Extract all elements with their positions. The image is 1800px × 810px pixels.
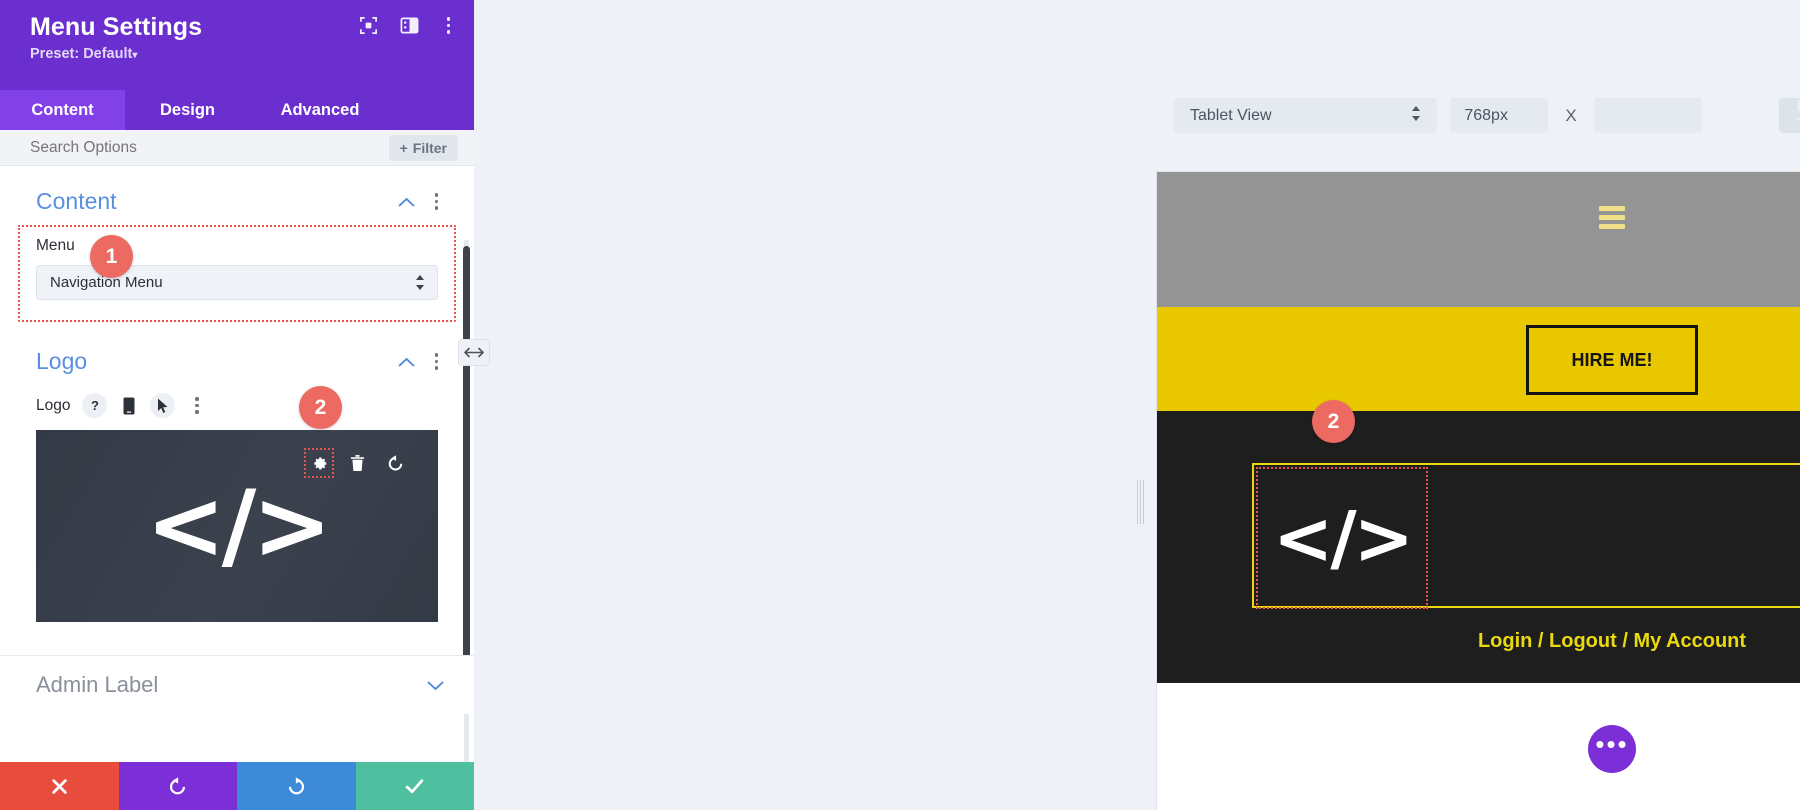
section-title-logo: Logo: [36, 348, 88, 374]
dimension-separator: X: [1565, 105, 1577, 125]
annotation-badge-menu: 1: [90, 235, 133, 278]
hamburger-menu-icon[interactable]: [1599, 206, 1625, 229]
section-actions-logo: [397, 351, 445, 372]
section-header-logo: Logo: [0, 322, 474, 385]
logo-action-group: [304, 448, 410, 478]
cursor-icon[interactable]: [150, 393, 176, 418]
more-options-icon[interactable]: [441, 15, 457, 36]
plus-icon: +: [399, 139, 408, 156]
reset-undo-icon[interactable]: [380, 448, 410, 478]
panel-layout-icon[interactable]: [400, 16, 419, 35]
nav-logo-selection[interactable]: </>: [1256, 467, 1428, 609]
save-button[interactable]: [355, 762, 474, 810]
view-mode-value: Tablet View: [1190, 106, 1272, 124]
viewport-width-input[interactable]: [1450, 98, 1549, 133]
nav-logo-image: </>: [1273, 496, 1414, 580]
search-bar: + Filter: [0, 130, 474, 166]
chevron-down-icon: ▾: [132, 50, 138, 62]
help-icon[interactable]: ?: [82, 393, 108, 418]
section-title-content: Content: [36, 188, 117, 214]
section-more-icon[interactable]: [429, 351, 445, 372]
delete-trash-icon[interactable]: [342, 448, 372, 478]
yellow-cta-section: HIRE ME!: [1157, 307, 1800, 411]
tablet-preview-canvas: My Account HIRE ME! </> Login / Logout /…: [1157, 172, 1800, 810]
section-more-icon[interactable]: [429, 191, 445, 212]
tab-advanced[interactable]: Advanced: [250, 90, 390, 130]
header-icon-group: [359, 15, 457, 36]
chevron-up-icon[interactable]: [397, 353, 415, 371]
admin-label-section[interactable]: Admin Label: [0, 655, 474, 714]
view-mode-select[interactable]: Tablet View: [1174, 98, 1438, 133]
sidebar-scrollbar-thumb[interactable]: [463, 246, 470, 666]
undo-button[interactable]: [118, 762, 237, 810]
menu-field-group: Menu Navigation Menu: [18, 225, 456, 322]
more-options-icon[interactable]: [184, 393, 209, 418]
builder-fab-button[interactable]: •••: [1588, 725, 1636, 773]
settings-tabs: Content Design Advanced: [0, 90, 474, 130]
section-actions: [397, 191, 445, 212]
top-gray-section: My Account: [1157, 172, 1800, 307]
login-logout-account-link[interactable]: Login / Logout / My Account: [1157, 630, 1800, 653]
settings-body: Content Menu Navigation Menu Logo Logo ?…: [0, 166, 474, 762]
divi-builder-screen: Menu Settings Preset: Default▾ Content D…: [0, 0, 1800, 810]
logo-field-row: Logo ?: [0, 385, 474, 424]
logo-image: </>: [146, 471, 332, 581]
preview-pane: Tablet View X Make Default Tablet View M…: [474, 0, 1800, 810]
chevron-down-icon[interactable]: [427, 676, 444, 694]
settings-gear-icon[interactable]: [304, 448, 334, 478]
mobile-icon[interactable]: [116, 393, 141, 418]
search-input[interactable]: [30, 138, 310, 157]
sidebar-resize-handle[interactable]: [459, 340, 489, 365]
tab-design[interactable]: Design: [125, 90, 250, 130]
section-header-content: Content: [0, 166, 474, 225]
filter-label: Filter: [412, 139, 447, 156]
filter-button[interactable]: + Filter: [388, 134, 458, 161]
logo-field-label: Logo: [36, 396, 71, 414]
chevron-up-icon[interactable]: [397, 193, 415, 211]
settings-footer: [0, 762, 474, 810]
admin-label-title: Admin Label: [36, 672, 159, 697]
preset-label: Preset: Default: [30, 46, 133, 63]
select-arrows-icon: [415, 274, 425, 291]
module-settings-sidebar: Menu Settings Preset: Default▾ Content D…: [0, 0, 474, 810]
cancel-button[interactable]: [0, 762, 119, 810]
viewport-toolbar: Tablet View X Make Default Tablet View: [1174, 76, 1800, 133]
redo-button[interactable]: [237, 762, 356, 810]
bottom-white-section: •••: [1157, 683, 1800, 810]
tab-content[interactable]: Content: [0, 90, 125, 130]
preset-selector[interactable]: Preset: Default▾: [30, 46, 452, 62]
select-arrows-icon: [1411, 105, 1421, 127]
annotation-badge-logo: 2: [299, 386, 342, 429]
viewport-height-input[interactable]: [1593, 98, 1702, 133]
annotation-badge-nav-logo: 2: [1312, 400, 1355, 443]
logo-preview[interactable]: </>: [36, 430, 438, 622]
settings-header: Menu Settings Preset: Default▾: [0, 0, 474, 90]
make-default-tablet-view-button[interactable]: Make Default Tablet View: [1778, 98, 1800, 133]
focus-target-icon[interactable]: [359, 16, 378, 35]
dark-nav-section: </> Login / Logout / My Account: [1157, 411, 1800, 683]
canvas-resize-grip-left[interactable]: [1137, 476, 1144, 528]
hire-me-button[interactable]: HIRE ME!: [1526, 325, 1698, 395]
